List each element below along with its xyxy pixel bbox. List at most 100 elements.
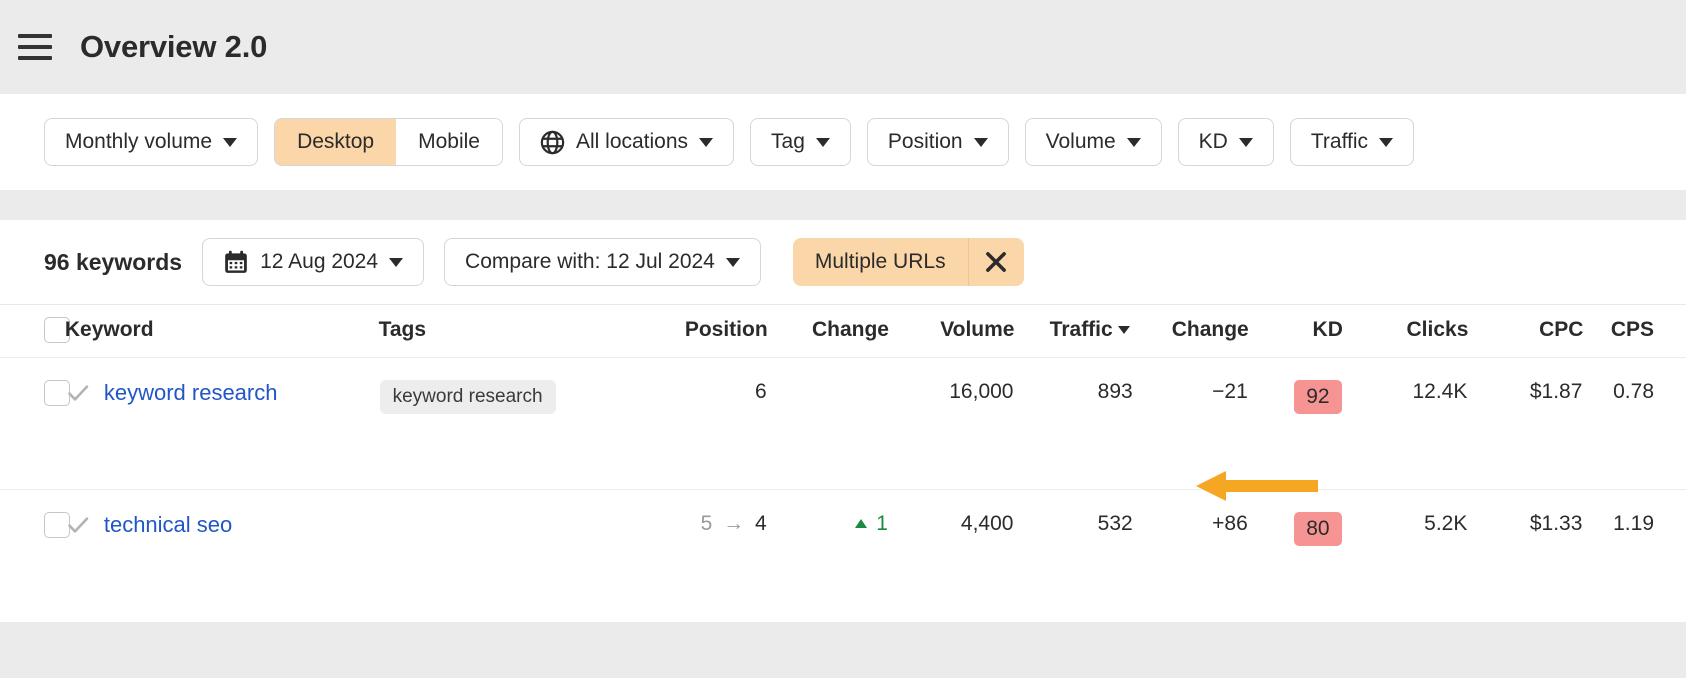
date-label: 12 Aug 2024 — [260, 250, 378, 274]
column-header-tags[interactable]: Tags — [379, 305, 630, 358]
clicks-cell: 12.4K — [1343, 358, 1469, 490]
hamburger-bar — [18, 56, 52, 60]
row-select-cell — [0, 490, 65, 622]
check-icon — [66, 381, 90, 405]
volume-mode-label: Monthly volume — [65, 130, 212, 154]
compare-date-picker[interactable]: Compare with: 12 Jul 2024 — [444, 238, 761, 286]
page-title: Overview 2.0 — [80, 29, 267, 65]
column-header-kd[interactable]: KD — [1249, 305, 1343, 358]
device-toggle-desktop[interactable]: Desktop — [275, 119, 396, 165]
tags-cell: keyword research — [379, 358, 630, 490]
url-filter-remove-button[interactable] — [968, 238, 1024, 286]
keyword-link[interactable]: keyword research — [104, 380, 278, 406]
position-cell: 5 → 4 — [630, 490, 768, 622]
position-arrow-icon: → — [718, 512, 749, 535]
tag-badge[interactable]: keyword research — [380, 380, 556, 414]
cpc-cell: $1.87 — [1468, 358, 1583, 490]
hamburger-bar — [18, 34, 52, 38]
volume-cell: 16,000 — [889, 358, 1015, 490]
traffic-change-cell: +86 — [1134, 490, 1249, 622]
section-divider — [0, 190, 1686, 220]
position-change-cell — [768, 358, 889, 490]
cps-cell: 0.78 — [1583, 358, 1686, 490]
date-picker[interactable]: 12 Aug 2024 — [202, 238, 424, 286]
table-header-row: Keyword Tags Position Change Volume Traf… — [0, 305, 1686, 358]
hamburger-bar — [18, 45, 52, 49]
chevron-down-icon — [974, 138, 988, 147]
position-change-cell: 1 — [768, 490, 889, 622]
device-toggle: Desktop Mobile — [274, 118, 503, 166]
keyword-cell: keyword research — [65, 358, 379, 490]
column-header-cps[interactable]: CPS — [1583, 305, 1686, 358]
location-dropdown[interactable]: All locations — [519, 118, 734, 166]
filter-volume-dropdown[interactable]: Volume — [1025, 118, 1162, 166]
kd-badge: 92 — [1294, 380, 1342, 414]
filter-kd-dropdown[interactable]: KD — [1178, 118, 1274, 166]
table-header: Keyword Tags Position Change Volume Traf… — [0, 305, 1686, 358]
column-header-volume[interactable]: Volume — [889, 305, 1015, 358]
traffic-cell: 893 — [1014, 358, 1133, 490]
calendar-icon — [223, 249, 249, 275]
filter-bar: Monthly volume Desktop Mobile All locati… — [0, 94, 1686, 190]
filter-traffic-label: Traffic — [1311, 130, 1368, 154]
kd-badge: 80 — [1294, 512, 1342, 546]
tags-cell — [379, 490, 630, 622]
position-previous: 5 — [701, 512, 713, 535]
column-header-traffic[interactable]: Traffic — [1014, 305, 1133, 358]
keyword-cell: technical seo — [65, 490, 379, 622]
column-header-keyword[interactable]: Keyword — [65, 305, 379, 358]
keyword-count: 96 keywords — [44, 249, 182, 276]
chevron-down-icon — [1239, 138, 1253, 147]
keywords-card: 96 keywords 12 Aug 2024 Compar — [0, 220, 1686, 622]
column-header-clicks[interactable]: Clicks — [1343, 305, 1469, 358]
url-filter-chip[interactable]: Multiple URLs — [793, 238, 1024, 286]
keywords-table: Keyword Tags Position Change Volume Traf… — [0, 304, 1686, 622]
chevron-down-icon — [726, 258, 740, 267]
location-label: All locations — [576, 130, 688, 154]
traffic-change-cell: −21 — [1134, 358, 1249, 490]
filter-volume-label: Volume — [1046, 130, 1116, 154]
select-all-header — [0, 305, 65, 358]
table-body: keyword research keyword research 6 16,0… — [0, 358, 1686, 622]
column-header-traffic-label: Traffic — [1050, 318, 1113, 342]
row-select-cell — [0, 358, 65, 490]
clicks-cell: 5.2K — [1343, 490, 1469, 622]
cps-cell: 1.19 — [1583, 490, 1686, 622]
column-header-change[interactable]: Change — [768, 305, 889, 358]
volume-mode-dropdown[interactable]: Monthly volume — [44, 118, 258, 166]
device-toggle-mobile[interactable]: Mobile — [396, 119, 502, 165]
trend-up-icon — [855, 519, 867, 528]
cpc-cell: $1.33 — [1468, 490, 1583, 622]
close-icon — [983, 249, 1009, 275]
filter-kd-label: KD — [1199, 130, 1228, 154]
chevron-down-icon — [223, 138, 237, 147]
column-header-cpc[interactable]: CPC — [1468, 305, 1583, 358]
hamburger-icon[interactable] — [18, 30, 52, 64]
compare-date-label: Compare with: 12 Jul 2024 — [465, 250, 715, 274]
table-row[interactable]: technical seo 5 → 4 1 4,400 532 +86 80 — [0, 490, 1686, 622]
filter-position-label: Position — [888, 130, 963, 154]
filter-traffic-dropdown[interactable]: Traffic — [1290, 118, 1414, 166]
filter-tag-dropdown[interactable]: Tag — [750, 118, 851, 166]
kd-cell: 80 — [1249, 490, 1343, 622]
keyword-link[interactable]: technical seo — [104, 512, 232, 538]
chevron-down-icon — [389, 258, 403, 267]
chevron-down-icon — [1379, 138, 1393, 147]
sort-desc-icon — [1118, 326, 1130, 334]
app-header: Overview 2.0 — [0, 0, 1686, 94]
traffic-cell: 532 — [1014, 490, 1133, 622]
position-current: 4 — [755, 512, 767, 535]
position-cell: 6 — [630, 358, 768, 490]
volume-cell: 4,400 — [889, 490, 1015, 622]
table-toolbar: 96 keywords 12 Aug 2024 Compar — [0, 220, 1686, 304]
kd-cell: 92 — [1249, 358, 1343, 490]
filter-position-dropdown[interactable]: Position — [867, 118, 1009, 166]
globe-icon — [540, 130, 565, 155]
column-header-position[interactable]: Position — [630, 305, 768, 358]
url-filter-label: Multiple URLs — [793, 238, 968, 286]
position-change-value: 1 — [876, 512, 888, 535]
filter-tag-label: Tag — [771, 130, 805, 154]
table-row[interactable]: keyword research keyword research 6 16,0… — [0, 358, 1686, 490]
chevron-down-icon — [699, 138, 713, 147]
column-header-traffic-change[interactable]: Change — [1134, 305, 1249, 358]
